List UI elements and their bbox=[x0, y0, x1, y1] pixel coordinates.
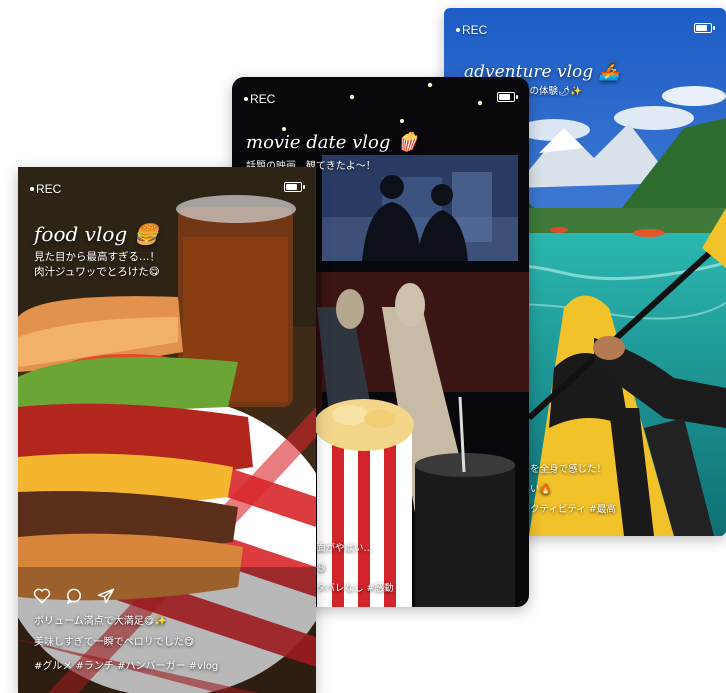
caption-line: 面がやばい… bbox=[316, 543, 374, 554]
caption-line: タバレなし #感動 bbox=[316, 583, 394, 594]
caption-line: 美味しすぎて一瞬でペロリでした😋 bbox=[34, 637, 195, 648]
status-bar: REC bbox=[444, 8, 726, 38]
heart-icon[interactable] bbox=[32, 586, 52, 606]
movie-caption: 面がやばい… 😆 タバレなし #感動 bbox=[316, 539, 393, 599]
subtitle-line: 見た目から最高すぎる…！ bbox=[34, 251, 160, 263]
adventure-caption: を全身で感じた！ い🔥 クティビティ #最高 bbox=[530, 460, 616, 520]
caption-line: い🔥 bbox=[530, 484, 552, 495]
hashtags: #グルメ #ランチ #ハンバーガー #vlog bbox=[34, 661, 219, 672]
food-vlog-card[interactable]: REC food vlog 🍔 見た目から最高すぎる…！ 肉汁ジュワッでとろけた… bbox=[18, 167, 316, 693]
rec-indicator: REC bbox=[456, 23, 487, 37]
caption-line: クティビティ #最高 bbox=[530, 504, 616, 515]
action-icons bbox=[32, 586, 116, 606]
food-title: food vlog 🍔 bbox=[34, 222, 159, 246]
food-caption: ボリューム満点で大満足😋✨ 美味しすぎて一瞬でペロリでした😋 #グルメ #ランチ… bbox=[34, 611, 218, 677]
battery-icon bbox=[284, 182, 305, 192]
caption-line: 😆 bbox=[316, 563, 326, 574]
caption-line: を全身で感じた！ bbox=[530, 464, 607, 475]
rec-indicator: REC bbox=[30, 182, 61, 196]
movie-title: movie date vlog 🍿 bbox=[246, 132, 419, 153]
send-icon[interactable] bbox=[96, 586, 116, 606]
vlog-cards-stage: REC adventure vlog 🚣 高の体験🌶✨ を全身で感じた！ い🔥 … bbox=[0, 0, 726, 693]
adventure-subtitle: 高の体験🌶✨ bbox=[520, 86, 582, 97]
rec-indicator: REC bbox=[244, 92, 275, 106]
status-bar: REC bbox=[18, 167, 316, 197]
battery-icon bbox=[694, 23, 715, 33]
comment-icon[interactable] bbox=[64, 586, 84, 606]
caption-line: ボリューム満点で大満足😋✨ bbox=[34, 616, 167, 627]
status-bar: REC bbox=[232, 77, 529, 107]
battery-icon bbox=[497, 92, 518, 102]
food-subtitle: 見た目から最高すぎる…！ 肉汁ジュワッでとろけた😋 bbox=[34, 250, 160, 280]
subtitle-line: 肉汁ジュワッでとろけた😋 bbox=[34, 266, 160, 278]
